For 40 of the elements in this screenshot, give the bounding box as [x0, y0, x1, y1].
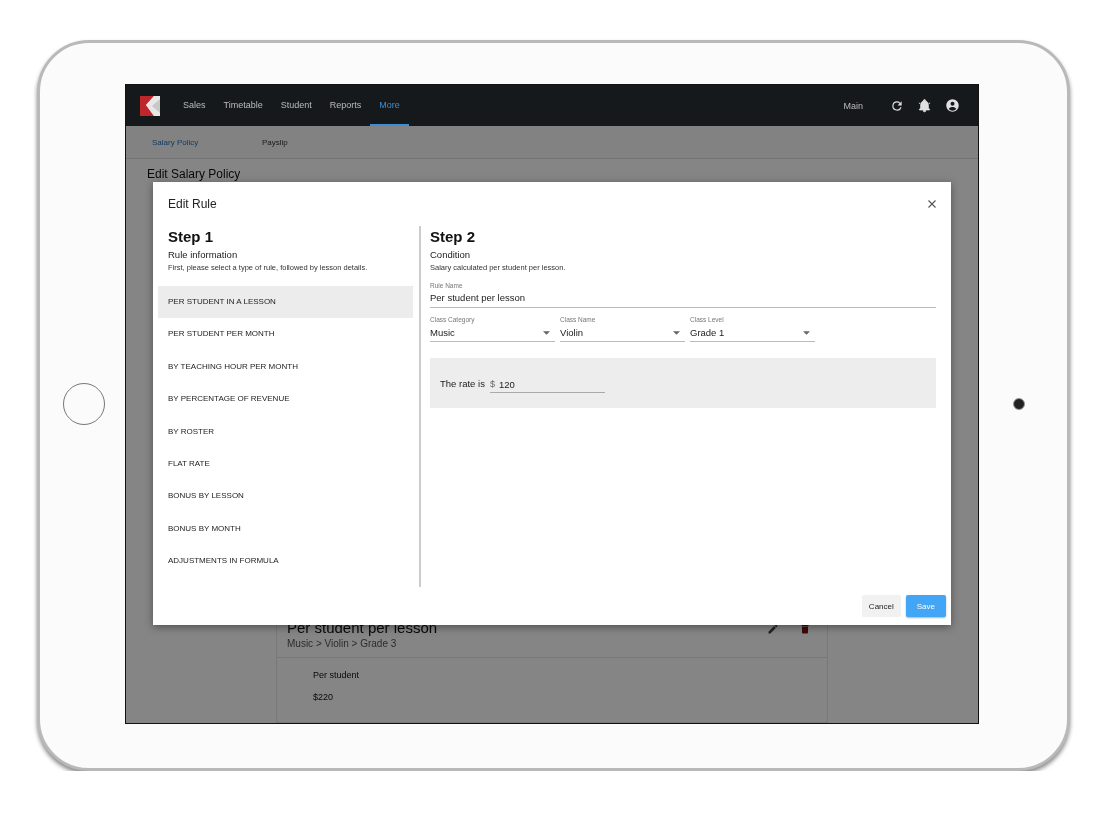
- rate-input-field[interactable]: 120: [498, 377, 605, 393]
- rule-type-item[interactable]: BY PERCENTAGE OF REVENUE: [158, 383, 413, 416]
- rule-path: Music > Violin > Grade 3: [287, 638, 398, 649]
- rule-type-item[interactable]: FLAT RATE: [158, 447, 413, 481]
- step-heading: Step 2: [430, 228, 476, 245]
- nav-tab[interactable]: Student: [271, 85, 321, 126]
- logo-icon[interactable]: [140, 95, 160, 116]
- nav-tab[interactable]: Sales: [174, 85, 215, 126]
- caret-icon[interactable]: [803, 330, 810, 335]
- camera-dot: [1013, 398, 1025, 410]
- trash-icon[interactable]: [799, 623, 811, 635]
- bell-icon[interactable]: [917, 98, 932, 113]
- nav-tab[interactable]: Reports: [320, 85, 371, 126]
- step-heading: Step 1: [167, 228, 214, 245]
- nav-tab[interactable]: Timetable: [214, 85, 272, 126]
- close-icon[interactable]: [926, 198, 938, 210]
- rule-type-item[interactable]: BONUS BY LESSON: [158, 480, 413, 513]
- rule-type-item[interactable]: BONUS BY MONTH: [158, 512, 413, 546]
- refresh-icon[interactable]: [890, 98, 904, 113]
- sub-tab[interactable]: Payslip: [262, 137, 372, 147]
- rate-label: The rate is: [440, 377, 485, 389]
- page-title: Edit Salary Policy: [146, 166, 242, 181]
- rule-type-item[interactable]: BY ROSTER: [158, 415, 413, 448]
- rule-type-item[interactable]: PER STUDENT PER MONTH: [158, 318, 413, 351]
- rule-type-item[interactable]: PER STUDENT IN A LESSON: [158, 286, 413, 319]
- rule-type-item[interactable]: ADJUSTMENTS IN FORMULA: [158, 545, 413, 578]
- rate-amount: $220: [313, 692, 335, 702]
- step-subtitle: Condition: [430, 249, 472, 260]
- rule-type-item[interactable]: BY TEACHING HOUR PER MONTH: [158, 350, 413, 384]
- rate-label: Per student: [313, 670, 361, 680]
- workspace-link[interactable]: Main: [843, 100, 863, 111]
- account-icon[interactable]: [945, 98, 960, 113]
- dropdown-field[interactable]: Violin: [560, 324, 685, 342]
- cancel-button[interactable]: Cancel: [861, 595, 901, 617]
- dropdown-field[interactable]: Grade 1: [690, 324, 815, 342]
- caret-icon[interactable]: [543, 330, 550, 335]
- step-subtitle: Rule information: [167, 249, 239, 260]
- caret-icon[interactable]: [673, 330, 680, 335]
- dropdown-field[interactable]: Music: [430, 324, 555, 342]
- dialog-title: Edit Rule: [168, 197, 218, 211]
